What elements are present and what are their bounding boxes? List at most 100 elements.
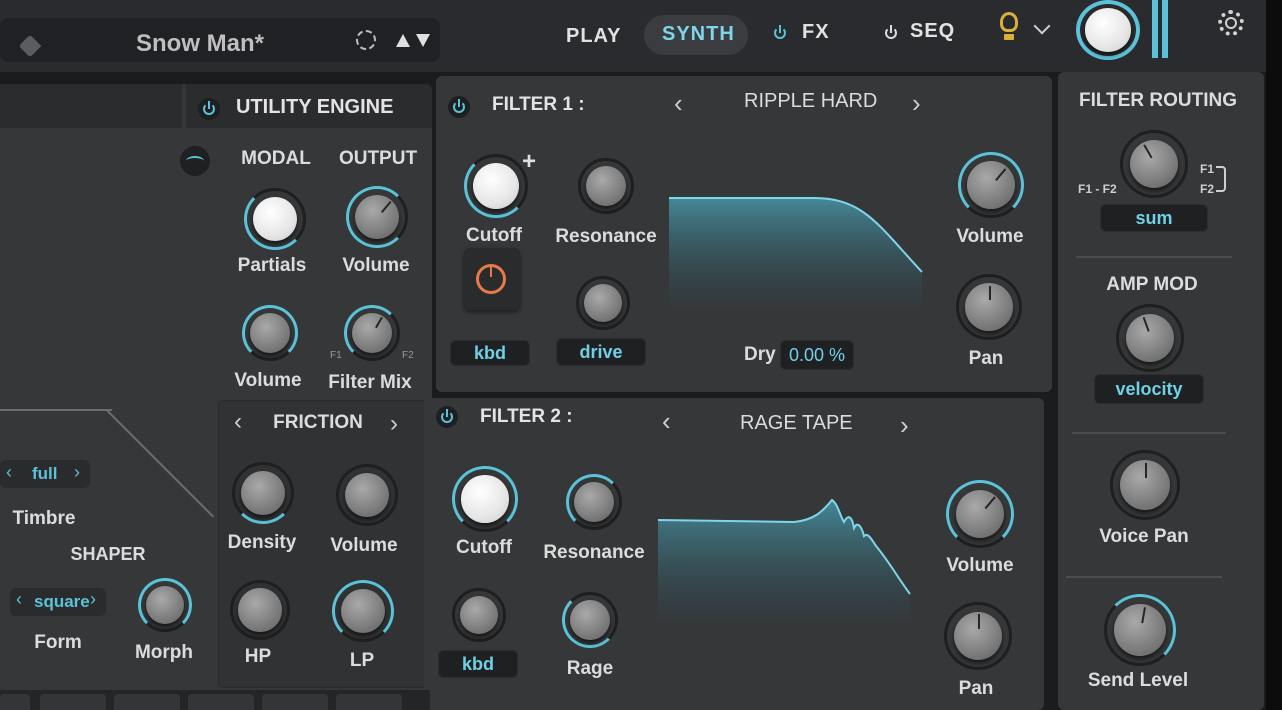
screen-edge <box>1266 0 1282 710</box>
filter1-kbd[interactable]: kbd <box>450 340 530 366</box>
dry-value[interactable]: 0.00 % <box>780 340 854 370</box>
friction-prev-icon[interactable]: ‹ <box>234 408 242 436</box>
filter1-drive-knob[interactable] <box>576 276 630 330</box>
filter-mix-f2: F2 <box>402 350 414 361</box>
tab-synth[interactable]: SYNTH <box>662 23 735 46</box>
routing-knob[interactable] <box>1120 130 1188 198</box>
density-knob[interactable] <box>232 462 294 524</box>
filter2-cutoff-label: Cutoff <box>456 537 512 558</box>
preset-up-icon[interactable] <box>396 34 410 47</box>
level-meter-left <box>1152 0 1158 58</box>
filter1-power-icon[interactable] <box>448 96 470 118</box>
filter2-next-icon[interactable]: › <box>900 410 909 441</box>
tab-play[interactable]: PLAY <box>566 25 622 48</box>
filter1-pan-label: Pan <box>968 348 1004 369</box>
output-volume-label: Volume <box>342 255 410 276</box>
filter1-volume-label: Volume <box>956 226 1024 247</box>
filter1-resonance-label: Resonance <box>555 226 657 247</box>
amp-mod-value[interactable]: velocity <box>1094 374 1204 404</box>
bottom-tab-4[interactable] <box>188 694 254 710</box>
output-volume-knob[interactable] <box>346 186 408 248</box>
density-label: Density <box>227 532 297 553</box>
voice-pan-label: Voice Pan <box>1099 526 1189 547</box>
filter2-kbd[interactable]: kbd <box>438 650 518 678</box>
filter2-power-icon[interactable] <box>436 406 458 428</box>
filter2-volume-knob[interactable] <box>946 480 1014 548</box>
filter1-type[interactable]: RIPPLE HARD <box>744 90 877 113</box>
filter-mix-knob[interactable] <box>344 305 400 361</box>
filter2-cutoff-knob[interactable] <box>452 466 518 532</box>
modal-volume-knob[interactable] <box>242 305 298 361</box>
filter-mix-label: Filter Mix <box>328 372 412 393</box>
timbre-next-icon[interactable]: › <box>74 462 80 483</box>
friction-title: FRICTION <box>273 412 363 433</box>
modal-label: MODAL <box>241 148 311 169</box>
filter1-cutoff-plus[interactable]: + <box>522 148 536 176</box>
routing-f2-label: F2 <box>1200 182 1215 196</box>
filter2-kbd-knob[interactable] <box>452 588 506 642</box>
tab-fx[interactable]: FX <box>802 21 830 44</box>
filter2-rage-knob[interactable] <box>562 592 618 648</box>
filter2-title: FILTER 2 : <box>480 406 573 427</box>
output-label: OUTPUT <box>338 148 418 169</box>
filter1-next-icon[interactable]: › <box>912 88 921 119</box>
morph-label: Morph <box>134 642 194 663</box>
fx-power-icon[interactable] <box>769 22 791 44</box>
tab-seq[interactable]: SEQ <box>910 20 955 43</box>
filter1-volume-knob[interactable] <box>958 152 1024 218</box>
voice-pan-knob[interactable] <box>1110 450 1180 520</box>
seq-power-icon[interactable] <box>880 22 902 44</box>
filter1-cutoff-knob[interactable] <box>464 154 528 218</box>
bottom-tab-1[interactable] <box>0 694 30 710</box>
filter1-drive[interactable]: drive <box>556 338 646 366</box>
hp-knob[interactable] <box>230 580 290 640</box>
routing-mode[interactable]: sum <box>1100 204 1208 232</box>
filter2-type[interactable]: RAGE TAPE <box>740 412 853 435</box>
modal-volume-label: Volume <box>234 370 302 391</box>
browser-icon[interactable] <box>356 30 376 50</box>
filter2-pan-knob[interactable] <box>944 602 1012 670</box>
filter2-pan-label: Pan <box>958 678 994 699</box>
utility-power-icon[interactable] <box>198 98 220 120</box>
routing-divider-3 <box>1066 576 1222 578</box>
filter1-cutoff-label: Cutoff <box>466 225 522 246</box>
utility-title: UTILITY ENGINE <box>236 96 394 118</box>
filter-mix-f1: F1 <box>330 350 342 361</box>
bulb-icon[interactable] <box>1000 12 1018 32</box>
friction-next-icon[interactable]: › <box>390 410 398 438</box>
preset-down-icon[interactable] <box>416 34 430 47</box>
left-header <box>0 84 182 128</box>
modulation-knob-tick <box>490 266 492 277</box>
filter1-response-graph[interactable] <box>664 186 924 306</box>
routing-f1f2-label: F1 - F2 <box>1078 182 1117 196</box>
filter2-resonance-knob[interactable] <box>566 474 622 530</box>
filter2-resonance-label: Resonance <box>543 542 645 563</box>
filter2-prev-icon[interactable]: ‹ <box>662 406 671 437</box>
bottom-tab-2[interactable] <box>40 694 106 710</box>
master-volume-knob[interactable] <box>1076 0 1140 60</box>
filter2-response-graph[interactable] <box>654 490 914 620</box>
routing-divider-1 <box>1076 256 1232 258</box>
preset-name[interactable]: Snow Man* <box>136 30 264 58</box>
lp-knob[interactable] <box>332 580 394 642</box>
routing-bracket-icon <box>1216 166 1226 192</box>
filter1-pan-knob[interactable] <box>956 274 1022 340</box>
bottom-tab-6[interactable] <box>336 694 402 710</box>
routing-divider-2 <box>1072 432 1226 434</box>
friction-volume-knob[interactable] <box>336 464 398 526</box>
filter1-prev-icon[interactable]: ‹ <box>674 88 683 119</box>
bottom-tab-5[interactable] <box>262 694 328 710</box>
wave-icon <box>186 156 204 166</box>
form-prev-icon[interactable]: ‹ <box>16 589 22 610</box>
timbre-prev-icon[interactable]: ‹ <box>6 462 12 483</box>
send-level-knob[interactable] <box>1104 594 1176 666</box>
amp-mod-title: AMP MOD <box>1106 274 1198 295</box>
form-next-icon[interactable]: › <box>90 589 96 610</box>
filter1-resonance-knob[interactable] <box>578 158 634 214</box>
bulb-base <box>1004 34 1014 40</box>
partials-knob[interactable] <box>244 188 306 250</box>
bottom-tab-3[interactable] <box>114 694 180 710</box>
amp-mod-knob[interactable] <box>1116 304 1184 372</box>
morph-knob[interactable] <box>138 578 192 632</box>
lp-label: LP <box>349 650 375 671</box>
